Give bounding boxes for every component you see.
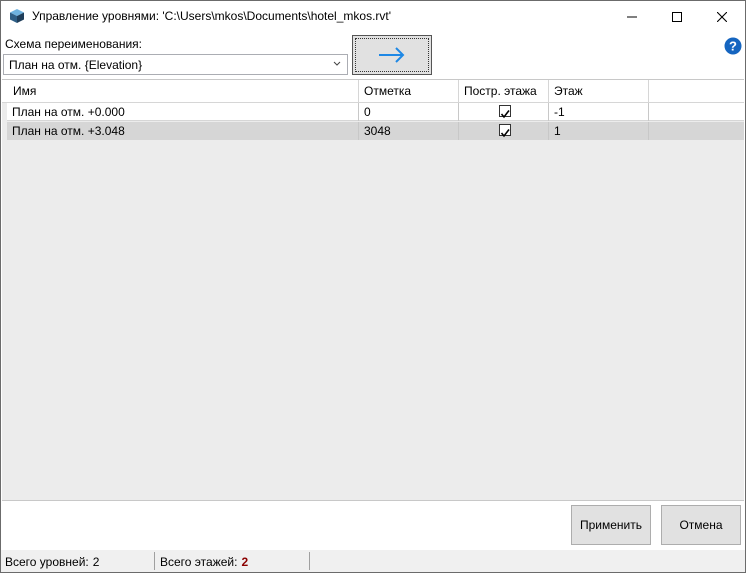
checkmark-icon [500,110,510,119]
cell-building-story[interactable] [459,103,549,121]
building-story-checkbox[interactable] [499,124,511,138]
column-header-elevation[interactable]: Отметка [359,80,459,102]
maximize-button[interactable] [654,1,700,32]
minimize-icon [627,16,637,17]
total-floors-value: 2 [241,555,249,569]
total-levels-label: Всего уровней: [5,555,89,569]
status-separator [154,552,155,570]
cell-floor[interactable]: 1 [549,122,649,140]
help-icon[interactable]: ? [724,37,742,55]
level-manager-window: Управление уровнями: 'C:\Users\mkos\Docu… [0,0,746,573]
window-title: Управление уровнями: 'C:\Users\mkos\Docu… [32,9,392,23]
table-row[interactable]: План на отм. +3.048 3048 1 [7,122,744,140]
levels-grid[interactable]: Имя Отметка Постр. этажа Этаж План на от… [2,79,744,501]
total-levels-status: Всего уровней: 2 [5,550,99,572]
cell-name[interactable]: План на отм. +0.000 [7,103,359,121]
total-floors-label: Всего этажей: [160,555,238,569]
table-row[interactable]: План на отм. +0.000 0 -1 [7,103,744,121]
rename-scheme-select[interactable]: План на отм. {Elevation} [3,54,348,75]
checkmark-icon [500,129,510,138]
chevron-down-icon [333,61,341,66]
title-bar: Управление уровнями: 'C:\Users\mkos\Docu… [1,1,745,32]
building-story-checkbox[interactable] [499,105,511,119]
column-header-building-story[interactable]: Постр. этажа [459,80,549,102]
maximize-icon [672,11,682,22]
cell-building-story[interactable] [459,122,549,140]
focus-rectangle [355,38,429,72]
rename-scheme-label: Схема переименования: [5,37,142,51]
apply-button[interactable]: Применить [571,505,651,545]
close-button[interactable] [699,1,745,32]
rename-scheme-value: План на отм. {Elevation} [9,58,143,72]
status-separator [309,552,310,570]
cell-floor[interactable]: -1 [549,103,649,121]
apply-scheme-button[interactable] [352,35,432,75]
column-header-name[interactable]: Имя [2,80,359,102]
close-icon [717,11,727,22]
grid-header: Имя Отметка Постр. этажа Этаж [2,80,744,103]
column-header-floor[interactable]: Этаж [549,80,649,102]
revit-cube-icon [10,9,24,23]
cell-elevation[interactable]: 0 [359,103,459,121]
status-bar: Всего уровней: 2 Всего этажей: 2 [1,550,745,572]
total-levels-value: 2 [92,555,100,569]
cell-name[interactable]: План на отм. +3.048 [7,122,359,140]
minimize-button[interactable] [609,1,655,32]
cancel-button[interactable]: Отмена [661,505,741,545]
cell-elevation[interactable]: 3048 [359,122,459,140]
svg-text:?: ? [729,39,737,54]
total-floors-status: Всего этажей: 2 [160,550,248,572]
